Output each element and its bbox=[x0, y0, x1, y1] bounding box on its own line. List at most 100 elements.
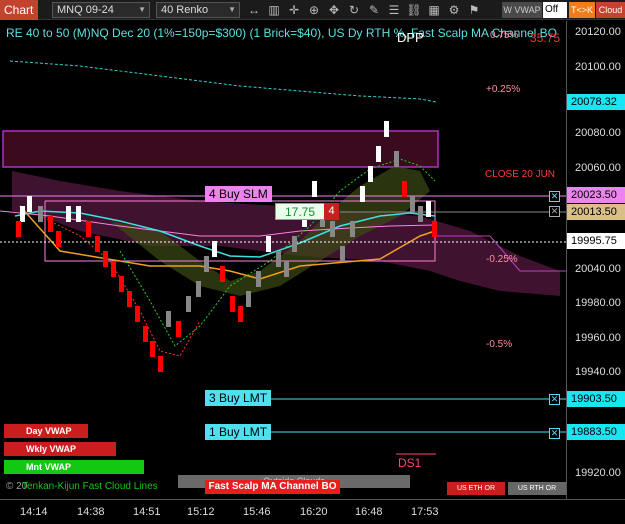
renko-brick bbox=[127, 291, 132, 307]
renko-brick bbox=[66, 206, 71, 222]
time-tick: 17:53 bbox=[411, 506, 439, 518]
day-vwap-button[interactable]: Day VWAP bbox=[4, 424, 88, 438]
fast-scalp-button[interactable]: Fast Scalp MA Channel BO bbox=[205, 480, 340, 494]
time-axis[interactable]: 14:14 14:38 14:51 15:12 15:46 16:20 16:4… bbox=[0, 499, 625, 524]
dpp-label: DPP bbox=[397, 30, 424, 45]
cloud-button[interactable]: Cloud bbox=[596, 2, 625, 18]
renko-brick bbox=[426, 201, 431, 217]
renko-brick bbox=[330, 221, 335, 237]
us-rth-or-button[interactable]: US RTH OR bbox=[508, 482, 566, 495]
refresh-icon[interactable]: ↻ bbox=[346, 2, 362, 18]
renko-brick bbox=[158, 356, 163, 372]
renko-brick bbox=[394, 151, 399, 167]
buy-slm-price-tag: 20023.50 bbox=[567, 187, 625, 203]
link-icon[interactable]: ⛓ bbox=[406, 2, 422, 18]
chart-tab[interactable]: Chart bbox=[0, 0, 38, 20]
price-axis[interactable]: 20120.00 20100.00 20078.32 20080.00 2006… bbox=[566, 21, 625, 499]
us-eth-or-button[interactable]: US ETH OR bbox=[447, 482, 505, 495]
renko-brick bbox=[16, 221, 21, 237]
close-position-icon[interactable]: ✕ bbox=[549, 206, 560, 217]
renko-brick bbox=[376, 146, 381, 162]
vwap-dotted-line bbox=[9, 60, 437, 103]
renko-brick bbox=[402, 181, 407, 197]
marker-price-tag: 20078.32 bbox=[567, 94, 625, 110]
ds1-label: DS1 bbox=[398, 456, 422, 470]
renko-brick bbox=[111, 261, 116, 277]
tenkan-kijun-lines-button[interactable]: Tenkan-Kijun Fast Cloud Lines bbox=[22, 480, 158, 493]
wkly-vwap-button[interactable]: Wkly VWAP bbox=[4, 442, 116, 456]
renko-brick bbox=[220, 266, 225, 282]
renko-brick bbox=[230, 296, 235, 312]
draw-icon[interactable]: ✎ bbox=[366, 2, 382, 18]
price-tick: 20040.00 bbox=[575, 263, 621, 275]
renko-brick bbox=[312, 181, 317, 197]
cursor-icon[interactable]: ✛ bbox=[286, 2, 302, 18]
renko-brick bbox=[38, 206, 43, 222]
cancel-order-icon[interactable]: ✕ bbox=[549, 191, 560, 202]
instrument-selector[interactable]: MNQ 09-24 ▼ bbox=[52, 2, 150, 18]
renko-brick bbox=[95, 236, 100, 252]
renko-brick bbox=[103, 251, 108, 267]
renko-brick bbox=[166, 311, 171, 327]
time-tick: 14:38 bbox=[77, 506, 105, 518]
channel-top-zone bbox=[2, 130, 439, 168]
mnt-vwap-button[interactable]: Mnt VWAP bbox=[4, 460, 144, 474]
position-pnl[interactable]: 17.75 bbox=[275, 203, 325, 220]
position-qty[interactable]: 4 bbox=[324, 203, 339, 220]
renko-brick bbox=[135, 306, 140, 322]
time-tick: 14:51 bbox=[133, 506, 161, 518]
data-box-icon[interactable]: ▦ bbox=[426, 2, 442, 18]
cancel-order-icon[interactable]: ✕ bbox=[549, 394, 560, 405]
renko-brick bbox=[204, 256, 209, 272]
buy-lmt-1-order-label[interactable]: 1 Buy LMT bbox=[205, 424, 272, 440]
pct-top-label: 0.75% bbox=[490, 30, 519, 41]
cancel-order-icon[interactable]: ✕ bbox=[549, 428, 560, 439]
price-tick: 20120.00 bbox=[575, 26, 621, 38]
price-tick: 19920.00 bbox=[575, 467, 621, 479]
renko-brick bbox=[384, 121, 389, 137]
renko-brick bbox=[76, 206, 81, 222]
time-tick: 16:20 bbox=[300, 506, 328, 518]
buy-lmt-1-price-tag: 19883.50 bbox=[567, 424, 625, 440]
time-tick: 15:46 bbox=[243, 506, 271, 518]
renko-brick bbox=[284, 261, 289, 277]
close-date-label: CLOSE 20 JUN bbox=[485, 169, 556, 180]
properties-icon[interactable]: ☰ bbox=[386, 2, 402, 18]
bar-type-selector[interactable]: 40 Renko ▼ bbox=[156, 2, 240, 18]
tenkan-kijun-button[interactable]: T<>K bbox=[569, 2, 595, 18]
vwap-button[interactable]: W VWAP bbox=[502, 2, 542, 18]
buy-lmt-3-order-label[interactable]: 3 Buy LMT bbox=[205, 390, 272, 406]
arrow-left-right-icon[interactable]: ↔ bbox=[246, 2, 262, 18]
pan-icon[interactable]: ✥ bbox=[326, 2, 342, 18]
renko-brick bbox=[410, 196, 415, 212]
chevron-down-icon: ▼ bbox=[228, 5, 236, 14]
renko-brick bbox=[256, 271, 261, 287]
vwap-mode-select[interactable]: Off bbox=[543, 2, 567, 18]
chart-plot-area[interactable]: RE 40 to 50 (M)NQ Dec 20 (1%=150p=$300) … bbox=[0, 21, 566, 499]
current-price-text: 35.75 bbox=[530, 31, 561, 45]
renko-brick bbox=[143, 326, 148, 342]
toolbar: Chart MNQ 09-24 ▼ 40 Renko ▼ ↔ ▥ ✛ ⊕ ✥ ↻… bbox=[0, 0, 625, 20]
price-tick: 19980.00 bbox=[575, 297, 621, 309]
price-tick: 20060.00 bbox=[575, 162, 621, 174]
renko-brick bbox=[56, 231, 61, 247]
renko-brick bbox=[27, 196, 32, 212]
price-tick: 20100.00 bbox=[575, 61, 621, 73]
renko-brick bbox=[186, 296, 191, 312]
renko-brick bbox=[246, 291, 251, 307]
renko-brick bbox=[432, 221, 437, 237]
renko-brick bbox=[238, 306, 243, 322]
renko-brick bbox=[418, 206, 423, 222]
renko-brick bbox=[20, 206, 25, 222]
strategies-icon[interactable]: ⚙ bbox=[446, 2, 462, 18]
renko-brick bbox=[266, 236, 271, 252]
renko-brick bbox=[48, 216, 53, 232]
bars-icon[interactable]: ▥ bbox=[266, 2, 282, 18]
renko-brick bbox=[86, 221, 91, 237]
zoom-icon[interactable]: ⊕ bbox=[306, 2, 322, 18]
pct-minus-05-label: -0.5% bbox=[486, 339, 513, 350]
buy-slm-order-label[interactable]: 4 Buy SLM bbox=[205, 186, 272, 202]
alerts-icon[interactable]: ⚑ bbox=[466, 2, 482, 18]
renko-brick bbox=[350, 221, 355, 237]
renko-brick bbox=[196, 281, 201, 297]
